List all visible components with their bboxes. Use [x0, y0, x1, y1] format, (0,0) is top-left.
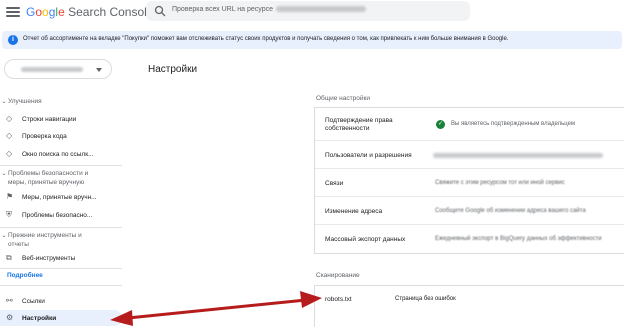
settings-row-ownership[interactable]: Подтверждение права собственности ✓ Вы я… [315, 108, 624, 141]
sidebar-item-sitelinks-searchbox[interactable]: ◇ Окно поиска по ссылк... [0, 146, 122, 162]
divider [0, 165, 122, 166]
redacted-url [276, 6, 367, 13]
section-legacy-tools-line2: отчеты [8, 241, 29, 248]
sidebar-item-security-issues[interactable]: ⛨ Проблемы безопасно... [0, 207, 122, 223]
section-security-line2: меры, принятые вручную [8, 179, 85, 186]
crawling-card: robots.txt Страница без ошибок [314, 285, 624, 327]
chevron-icon: ⌄ [1, 171, 7, 177]
chevron-down-icon [96, 68, 102, 72]
sidebar-item-web-tools[interactable]: ⧉ Веб-инструменты [0, 250, 122, 266]
search-console-logo[interactable]: Google Search Console [26, 5, 154, 19]
search-icon [154, 5, 166, 17]
diamond-icon: ◇ [6, 114, 13, 123]
settings-row-robots-txt[interactable]: robots.txt Страница без ошибок [315, 286, 624, 318]
divider [0, 268, 122, 269]
settings-row-users[interactable]: Пользователи и разрешения [315, 141, 624, 169]
settings-row-associations[interactable]: Связи Свяжите с этим ресурсом тот или ин… [315, 169, 624, 197]
page-title: Настройки [148, 64, 198, 75]
search-input[interactable]: Проверка всех URL на ресурсе [172, 6, 367, 13]
gear-icon: ⚙ [6, 313, 14, 322]
top-bar: Google Search Console Проверка всех URL … [0, 0, 624, 28]
info-icon: i [8, 35, 18, 45]
product-name: Search Console [68, 5, 154, 19]
property-selector[interactable] [4, 59, 112, 79]
hamburger-menu-icon[interactable] [6, 5, 20, 19]
shield-icon: ⛨ [6, 210, 12, 219]
divider [0, 227, 122, 228]
diamond-icon: ◇ [6, 149, 13, 158]
general-settings-label: Общие настройки [316, 95, 370, 102]
sidebar-item-code-check[interactable]: ◇ Проверка кода [0, 128, 122, 144]
settings-row-bulk-export[interactable]: Массовый экспорт данных Ежедневный экспо… [315, 225, 624, 253]
crawling-label: Сканирование [316, 272, 360, 279]
divider [0, 285, 122, 286]
redacted-property [21, 67, 83, 72]
general-settings-card: Подтверждение права собственности ✓ Вы я… [314, 107, 624, 254]
sidebar-item-settings[interactable]: ⚙ Настройки [0, 310, 122, 326]
url-inspection-search[interactable]: Проверка всех URL на ресурсе [146, 1, 470, 21]
sidebar-item-links[interactable]: ⚯ Ссылки [0, 293, 122, 309]
external-link-icon: ⧉ [6, 253, 12, 262]
chevron-icon: ⌄ [1, 99, 7, 105]
flag-icon: ⚑ [6, 192, 14, 201]
settings-row-change-address[interactable]: Изменение адреса Сообщите Google об изме… [315, 197, 624, 225]
section-enhancements[interactable]: ⌄Улучшения [0, 97, 41, 107]
check-circle-icon: ✓ [436, 120, 445, 129]
sidebar: ⌄Улучшения ◇ Строки навигации ◇ Проверка к… [0, 51, 122, 327]
chevron-icon: ⌄ [1, 233, 7, 239]
banner-text: Отчет об ассортименте на вкладке "Покупк… [23, 36, 509, 42]
sidebar-item-manual-actions[interactable]: ⚑ Меры, принятые вручн... [0, 189, 122, 205]
learn-more-link[interactable]: Подробнее [7, 272, 43, 279]
sidebar-item-breadcrumbs[interactable]: ◇ Строки навигации [0, 111, 122, 127]
links-icon: ⚯ [6, 296, 13, 305]
diamond-icon: ◇ [6, 131, 13, 140]
info-banner: i Отчет об ассортименте на вкладке "Поку… [2, 31, 622, 49]
redacted-users [433, 153, 603, 158]
